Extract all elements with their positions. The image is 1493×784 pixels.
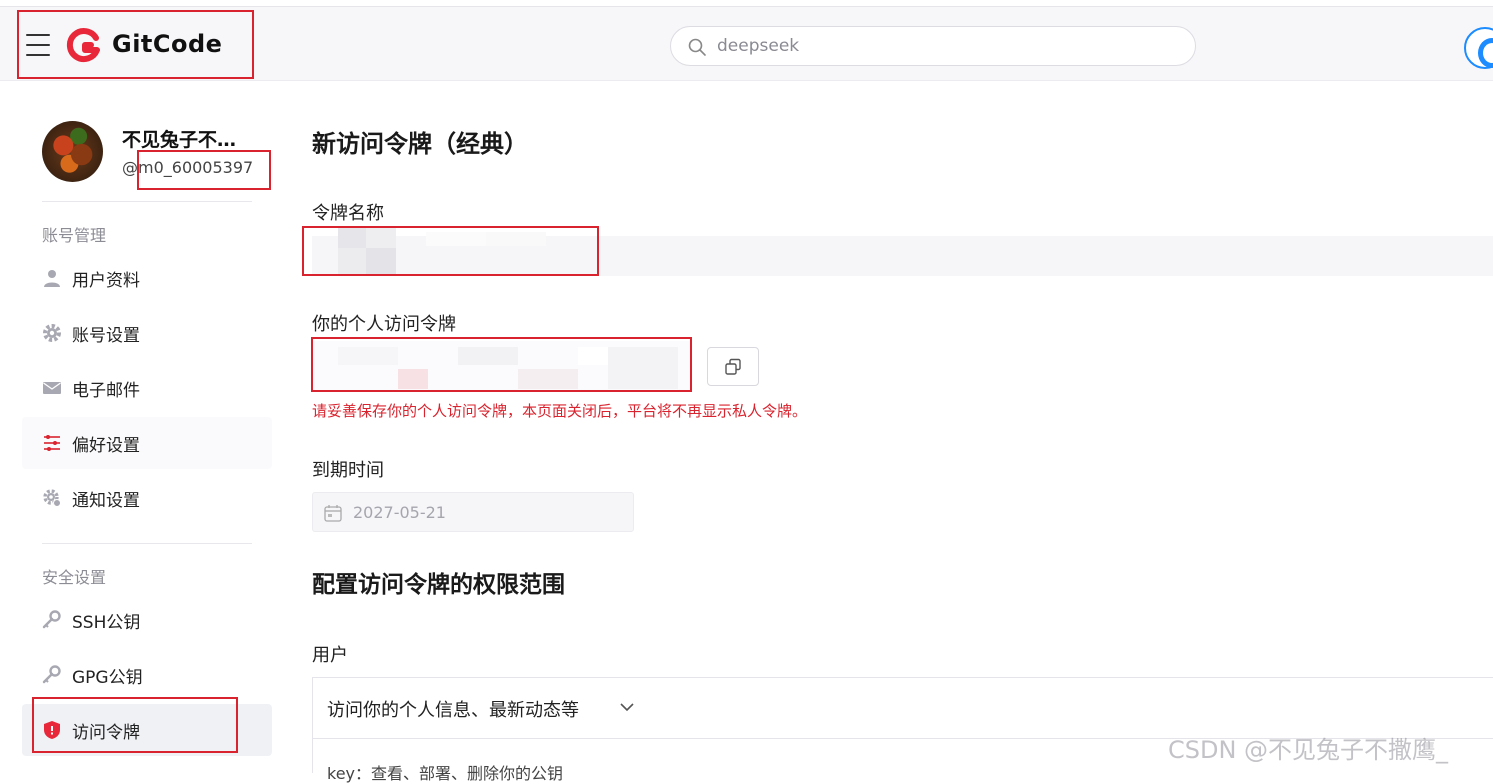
logo-text[interactable]: GitCode <box>112 30 222 58</box>
sidebar-item-label: 账号设置 <box>72 326 140 346</box>
shield-icon <box>44 721 60 739</box>
key-icon <box>42 665 61 684</box>
sidebar-item-label: 偏好设置 <box>72 436 140 456</box>
sidebar-item-gpg-keys[interactable]: GPG公钥 <box>22 649 272 701</box>
search-icon <box>688 38 706 56</box>
token-warning-text: 请妥善保存你的个人访问令牌，本页面关闭后，平台将不再显示私人令牌。 <box>312 402 808 420</box>
profile-id-prefix: @ <box>122 158 138 177</box>
scope-title: 配置访问令牌的权限范围 <box>312 572 565 598</box>
sidebar-item-label: 用户资料 <box>72 271 140 291</box>
watermark: CSDN @不见兔子不撒鹰_ <box>1168 736 1449 764</box>
sidebar-item-profile[interactable]: 用户资料 <box>22 252 272 304</box>
sidebar-divider <box>42 543 252 544</box>
profile-name: 不见兔子不… <box>122 129 237 151</box>
personal-token-label: 你的个人访问令牌 <box>312 314 456 335</box>
page-title: 新访问令牌（经典） <box>312 130 528 158</box>
sidebar-item-label: 访问令牌 <box>72 723 140 743</box>
profile-id-value: m0_60005397 <box>138 158 254 177</box>
mail-icon <box>43 382 61 394</box>
token-name-input[interactable] <box>312 226 1493 276</box>
search-bar[interactable] <box>670 26 1196 66</box>
search-input[interactable] <box>717 31 1177 61</box>
sidebar-item-label: 电子邮件 <box>72 381 140 401</box>
expiry-date-value: 2027-05-21 <box>353 503 446 522</box>
section-title-security: 安全设置 <box>42 568 107 587</box>
user-section-label: 用户 <box>312 645 348 666</box>
token-name-label: 令牌名称 <box>312 203 384 224</box>
copy-button[interactable] <box>707 347 759 386</box>
key-icon <box>42 610 61 629</box>
sidebar-item-account-settings[interactable]: 账号设置 <box>22 307 272 359</box>
profile-id: @m0_60005397 <box>122 158 253 177</box>
user-icon <box>44 270 60 287</box>
calendar-icon <box>324 505 342 522</box>
expiry-label: 到期时间 <box>312 460 384 481</box>
gitcode-logo-icon[interactable] <box>66 28 102 64</box>
top-bar: GitCode <box>0 0 1493 81</box>
user-menu-icon[interactable] <box>1464 27 1493 69</box>
gear-icon <box>43 324 61 342</box>
notification-gear-icon <box>43 489 61 507</box>
expiry-date-input[interactable]: 2027-05-21 <box>312 492 634 532</box>
chevron-down-icon <box>620 703 634 712</box>
sidebar-item-ssh-keys[interactable]: SSH公钥 <box>22 594 272 646</box>
personal-token-field[interactable] <box>312 341 692 391</box>
copy-icon <box>725 358 741 375</box>
sidebar-item-notifications[interactable]: 通知设置 <box>22 472 272 524</box>
sidebar-item-email[interactable]: 电子邮件 <box>22 362 272 414</box>
sidebar-item-preferences[interactable]: 偏好设置 <box>22 417 272 469</box>
permission-group-label: 访问你的个人信息、最新动态等 <box>327 700 579 721</box>
sidebar-divider <box>42 201 252 202</box>
avatar[interactable] <box>42 121 103 182</box>
permission-detail: key：查看、部署、删除你的公钥 <box>327 764 564 783</box>
sidebar-item-label: GPG公钥 <box>72 668 143 688</box>
sidebar-item-access-tokens[interactable]: 访问令牌 <box>22 704 272 756</box>
sidebar-item-label: SSH公钥 <box>72 613 141 633</box>
sliders-icon <box>44 435 60 451</box>
menu-icon[interactable] <box>26 34 50 56</box>
section-title-account: 账号管理 <box>42 226 107 245</box>
sidebar-item-label: 通知设置 <box>72 491 140 511</box>
